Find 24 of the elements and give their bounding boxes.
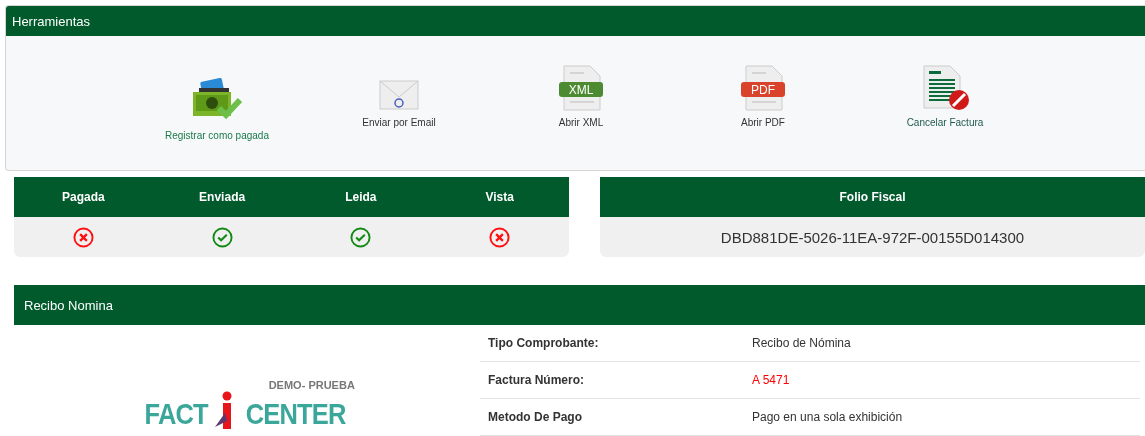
- logo-tagline: DEMO- PRUEBA: [268, 379, 355, 391]
- tool-button[interactable]: XML Abrir XML: [490, 36, 672, 128]
- logo-text: FACT: [144, 399, 208, 429]
- column-header: Enviada: [198, 189, 247, 207]
- field-label: Tipo Comprobante:: [488, 336, 600, 350]
- column-header: Leida: [344, 189, 378, 207]
- field-value: Recibo de Nómina: [752, 336, 851, 350]
- logo-text: CENTER: [246, 399, 347, 429]
- tool-button[interactable]: PDF Abrir PDF: [672, 36, 854, 128]
- tool-button[interactable]: Cancelar Factura: [854, 36, 1036, 128]
- panel-title: Herramientas: [6, 6, 1145, 36]
- column-header: Folio Fiscal: [838, 189, 907, 207]
- tool-button[interactable]: Registrar como pagada: [126, 36, 308, 141]
- section-title: Recibo Nomina: [14, 285, 1145, 325]
- column-header: Pagada: [61, 189, 106, 207]
- field-label: Factura Número:: [488, 373, 586, 387]
- envelope-icon: [379, 79, 419, 111]
- column-header: Vista: [484, 189, 515, 207]
- tool-button[interactable]: Enviar por Email: [308, 36, 490, 128]
- field-label: Metodo De Pago: [488, 410, 583, 424]
- folio-value: DBD881DE-5026-11EA-972F-00155D014300: [719, 228, 1026, 246]
- field-value: Pago en una sola exhibición: [752, 410, 903, 424]
- cancel-document-icon: [920, 65, 970, 111]
- field-value: A 5471: [752, 373, 790, 387]
